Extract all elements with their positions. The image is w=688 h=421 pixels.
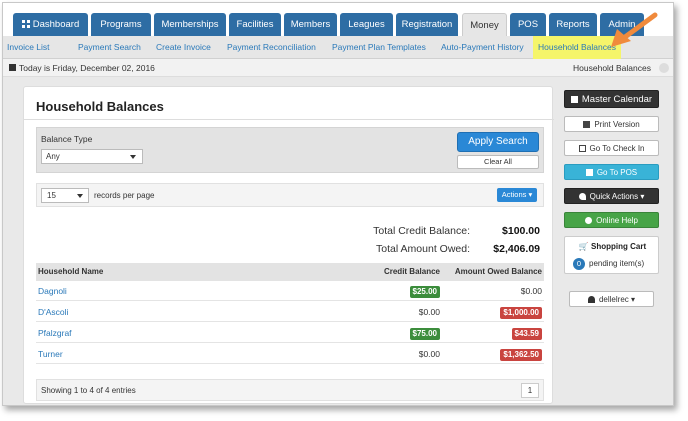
records-per-page-select[interactable]: 15 <box>41 188 89 203</box>
cart-count-badge: 0 <box>573 258 585 270</box>
table-row: D'Ascoli $0.00 $1,000.00 <box>36 302 544 322</box>
amount-owed-value: $1,362.50 <box>500 348 542 361</box>
tab-dashboard[interactable]: Dashboard <box>13 13 88 36</box>
table-row: Turner $0.00 $1,362.50 <box>36 344 544 364</box>
amount-owed-cell: $1,362.50 <box>500 344 542 364</box>
master-calendar-button[interactable]: Master Calendar <box>564 90 659 108</box>
col-amount-owed[interactable]: Amount Owed Balance <box>455 263 542 281</box>
subnav-create-invoice[interactable]: Create Invoice <box>156 36 211 59</box>
credit-balance-value: $0.00 <box>418 349 440 359</box>
tab-reports[interactable]: Reports <box>549 13 597 36</box>
tab-pos[interactable]: POS <box>510 13 546 36</box>
credit-balance-value: $75.00 <box>409 327 440 340</box>
print-icon <box>583 121 591 128</box>
subnav-payment-search[interactable]: Payment Search <box>78 36 141 59</box>
balance-type-select[interactable]: Any <box>41 149 143 164</box>
page-button[interactable]: 1 <box>521 383 539 398</box>
total-owed-label: Total Amount Owed: <box>376 243 470 255</box>
col-credit-balance[interactable]: Credit Balance <box>384 263 440 281</box>
credit-balance-cell: $25.00 <box>409 281 440 301</box>
app-window: Dashboard Programs Memberships Facilitie… <box>2 2 674 406</box>
quick-actions-button[interactable]: Quick Actions ▾ <box>564 188 659 204</box>
credit-balance-cell: $0.00 <box>419 302 440 322</box>
print-version-button[interactable]: Print Version <box>564 116 659 132</box>
tab-memberships[interactable]: Memberships <box>154 13 226 36</box>
page-title: Household Balances <box>36 99 164 114</box>
filter-box: Balance Type Any Apply Search Clear All <box>36 127 544 173</box>
subnav-invoice-list[interactable]: Invoice List <box>7 36 50 59</box>
amount-owed-value: $43.59 <box>511 327 542 340</box>
calendar-icon <box>9 64 16 71</box>
caret-down-icon <box>77 194 83 198</box>
apply-search-button[interactable]: Apply Search <box>457 132 539 152</box>
online-help-button[interactable]: Online Help <box>564 212 659 228</box>
user-menu-button[interactable]: dellelrec ▾ <box>569 291 654 307</box>
records-bar: 15 records per page Actions ▾ <box>36 183 544 207</box>
subnav-payment-reconciliation[interactable]: Payment Reconciliation <box>227 36 316 59</box>
breadcrumb: Household Balances <box>573 63 651 73</box>
balance-type-label: Balance Type <box>41 134 93 144</box>
household-link[interactable]: Pfalzgraf <box>38 323 72 343</box>
table-row: Pfalzgraf $75.00 $43.59 <box>36 323 544 343</box>
records-per-page-label: records per page <box>94 191 155 200</box>
caret-down-icon <box>130 155 136 159</box>
grid-icon <box>21 20 30 28</box>
thumb-icon <box>578 193 586 200</box>
top-nav: Dashboard Programs Memberships Facilitie… <box>3 3 673 36</box>
cart-pending-text: pending item(s) <box>589 259 645 268</box>
credit-balance-value: $0.00 <box>418 307 440 317</box>
calendar-icon <box>570 96 578 103</box>
table-header: Household Name Credit Balance Amount Owe… <box>36 263 544 281</box>
date-bar: Today is Friday, December 02, 2016 House… <box>3 59 673 77</box>
amount-owed-cell: $1,000.00 <box>500 302 542 322</box>
table-row: Dagnoli $25.00 $0.00 <box>36 281 544 301</box>
credit-balance-value: $25.00 <box>409 285 440 298</box>
tab-programs[interactable]: Programs <box>91 13 151 36</box>
help-icon <box>585 217 593 224</box>
cart-icon <box>585 169 593 176</box>
total-owed-value: $2,406.09 <box>493 243 540 255</box>
today-text: Today is Friday, December 02, 2016 <box>19 63 155 73</box>
user-icon <box>587 296 595 303</box>
household-balances-panel: Household Balances Balance Type Any Appl… <box>23 86 554 404</box>
table-footer: Showing 1 to 4 of 4 entries 1 <box>36 379 544 401</box>
total-credit-value: $100.00 <box>502 225 540 237</box>
actions-button[interactable]: Actions ▾ <box>497 188 537 202</box>
credit-balance-cell: $0.00 <box>419 344 440 364</box>
go-to-pos-button[interactable]: Go To POS <box>564 164 659 180</box>
household-link[interactable]: Dagnoli <box>38 281 67 301</box>
col-household-name[interactable]: Household Name <box>38 263 103 281</box>
amount-owed-value: $1,000.00 <box>500 306 542 319</box>
amount-owed-value: $0.00 <box>520 286 542 296</box>
collapse-icon[interactable] <box>659 63 669 73</box>
check-in-button[interactable]: Go To Check In <box>564 140 659 156</box>
entries-info: Showing 1 to 4 of 4 entries <box>41 386 136 395</box>
sub-nav: Invoice List Payment Search Create Invoi… <box>3 36 673 59</box>
subnav-payment-plan-templates[interactable]: Payment Plan Templates <box>332 36 426 59</box>
credit-balance-cell: $75.00 <box>409 323 440 343</box>
divider <box>24 119 554 120</box>
amount-owed-cell: $0.00 <box>521 281 542 301</box>
total-credit-label: Total Credit Balance: <box>373 225 470 237</box>
tab-leagues[interactable]: Leagues <box>340 13 393 36</box>
tab-registration[interactable]: Registration <box>396 13 458 36</box>
tab-members[interactable]: Members <box>284 13 337 36</box>
household-link[interactable]: D'Ascoli <box>38 302 68 322</box>
tab-facilities[interactable]: Facilities <box>229 13 281 36</box>
household-link[interactable]: Turner <box>38 344 63 364</box>
check-icon <box>578 145 586 152</box>
tab-money[interactable]: Money <box>462 13 507 36</box>
shopping-cart[interactable]: 🛒 Shopping Cart 0 pending item(s) <box>564 236 659 274</box>
subnav-auto-payment-history[interactable]: Auto-Payment History <box>441 36 524 59</box>
annotation-arrow-icon <box>611 12 658 47</box>
cart-title: 🛒 Shopping Cart <box>578 242 647 251</box>
amount-owed-cell: $43.59 <box>511 323 542 343</box>
clear-all-button[interactable]: Clear All <box>457 155 539 169</box>
